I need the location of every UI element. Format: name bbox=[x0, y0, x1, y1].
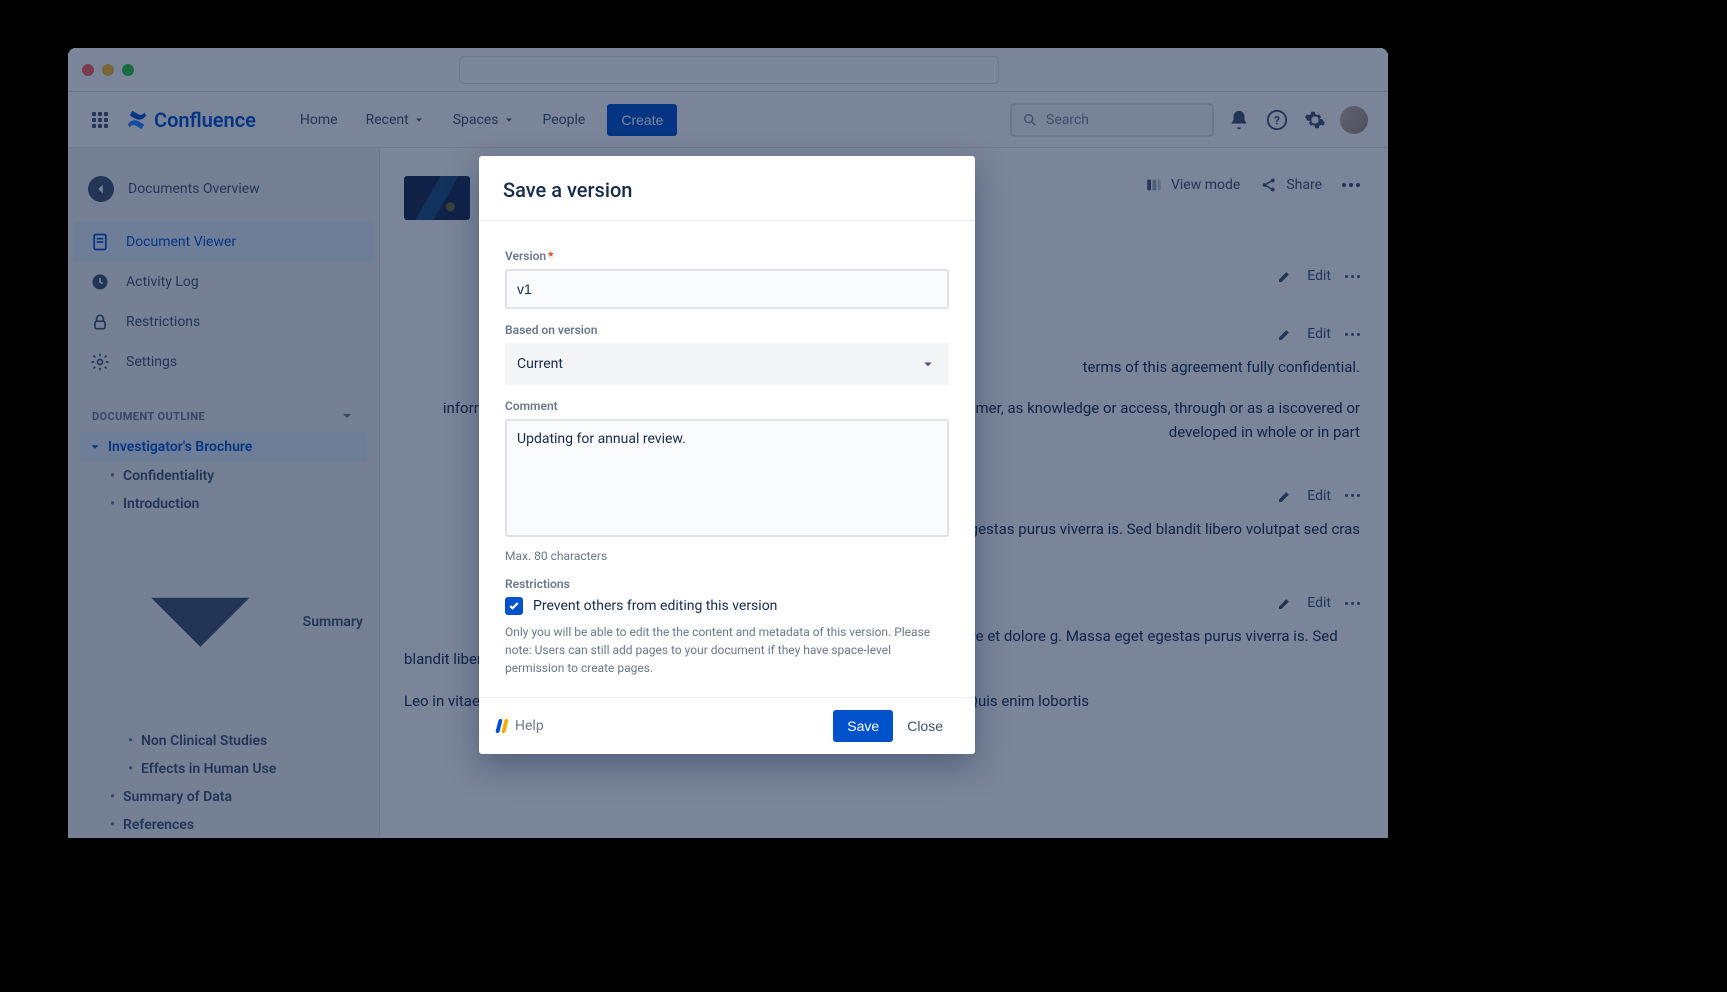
based-on-select[interactable]: Current bbox=[505, 343, 949, 385]
prevent-edit-checkbox-row[interactable]: Prevent others from editing this version bbox=[505, 597, 949, 615]
field-comment: Comment Max. 80 characters bbox=[505, 399, 949, 563]
restrictions-hint: Only you will be able to edit the the co… bbox=[505, 623, 949, 677]
browser-window: Confluence Home Recent Spaces People Cre… bbox=[68, 48, 1388, 838]
based-on-label: Based on version bbox=[505, 323, 949, 337]
save-button[interactable]: Save bbox=[833, 710, 893, 742]
modal-title: Save a version bbox=[503, 178, 951, 202]
help-link[interactable]: Help bbox=[497, 718, 544, 734]
field-based-on: Based on version Current bbox=[505, 323, 949, 385]
version-input[interactable] bbox=[505, 269, 949, 309]
based-on-value: Current bbox=[517, 356, 563, 372]
comment-hint: Max. 80 characters bbox=[505, 549, 949, 563]
chevron-down-icon bbox=[919, 355, 937, 373]
help-logo-icon bbox=[497, 719, 507, 733]
modal-footer: Help Save Close bbox=[479, 697, 975, 754]
save-version-modal: Save a version Version* Based on version… bbox=[479, 156, 975, 754]
modal-header: Save a version bbox=[479, 156, 975, 221]
version-label: Version* bbox=[505, 249, 949, 263]
modal-body: Version* Based on version Current Commen… bbox=[479, 221, 975, 697]
help-label: Help bbox=[515, 718, 544, 734]
field-version: Version* bbox=[505, 249, 949, 309]
restrictions-label: Restrictions bbox=[505, 577, 949, 591]
checkbox-checked-icon[interactable] bbox=[505, 597, 523, 615]
prevent-edit-label: Prevent others from editing this version bbox=[533, 598, 777, 614]
close-button[interactable]: Close bbox=[893, 710, 957, 742]
comment-label: Comment bbox=[505, 399, 949, 413]
field-restrictions: Restrictions Prevent others from editing… bbox=[505, 577, 949, 677]
comment-textarea[interactable] bbox=[505, 419, 949, 537]
